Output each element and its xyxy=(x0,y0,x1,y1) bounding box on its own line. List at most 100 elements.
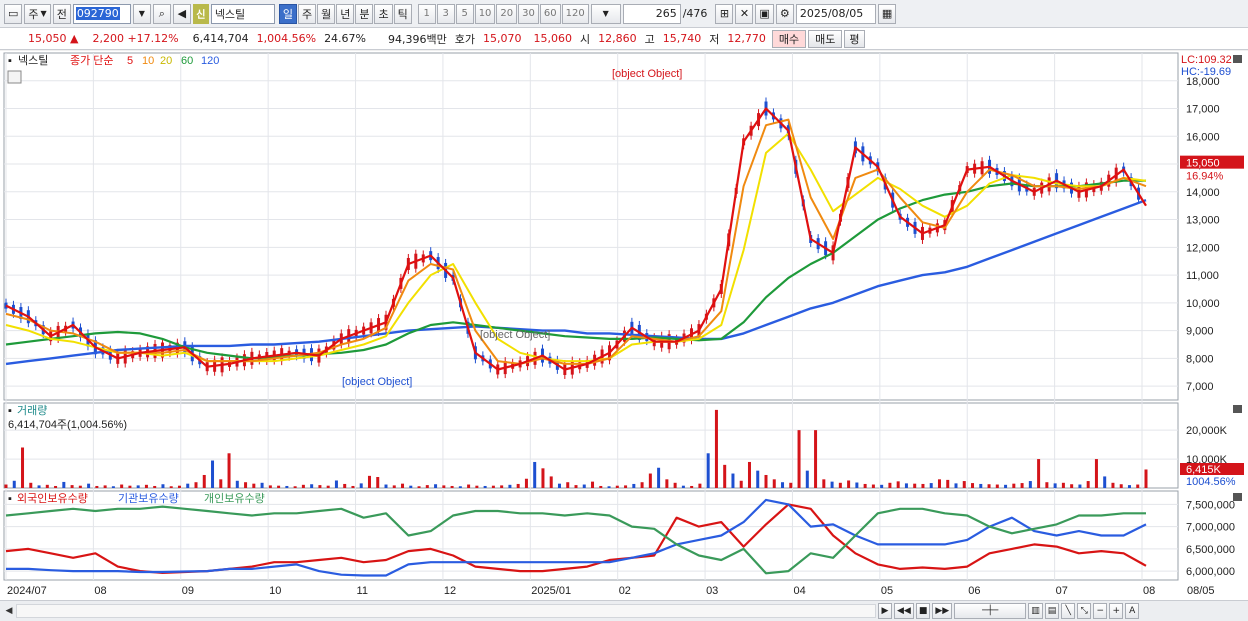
volume-bar xyxy=(211,460,215,488)
market-select[interactable]: 주 ▼ xyxy=(24,3,51,24)
volume-bar xyxy=(62,481,66,488)
zoom-slider[interactable]: ─┼─ xyxy=(954,603,1027,619)
volume-bar xyxy=(880,484,884,488)
date-input[interactable]: 2025/08/05 xyxy=(795,3,876,24)
volume-bar xyxy=(904,483,908,488)
volume-bar xyxy=(326,485,330,488)
window-menu-icon[interactable]: ▭ xyxy=(4,3,23,24)
x-axis-label: 2025/01 xyxy=(531,585,571,597)
tab-interval-3[interactable]: 3 xyxy=(436,3,455,24)
volume-bar xyxy=(285,485,289,488)
volume-bar xyxy=(648,473,652,488)
draw-line-icon[interactable]: ╲ xyxy=(1061,603,1076,619)
high-price: 15,740 xyxy=(662,32,702,45)
count-input[interactable]: 265 xyxy=(622,3,681,24)
volume-bar xyxy=(549,476,553,488)
tab-period-0[interactable]: 일 xyxy=(278,3,297,24)
volume-bar xyxy=(723,464,727,488)
volume-bar xyxy=(359,483,363,488)
fast-forward-icon[interactable]: ▶▶ xyxy=(932,603,953,619)
volume-bar xyxy=(987,484,991,488)
tab-period-1[interactable]: 주 xyxy=(297,3,317,24)
tab-interval-5[interactable]: 5 xyxy=(455,3,474,24)
plus-icon[interactable]: + xyxy=(1109,603,1124,619)
sell-button[interactable]: 매도 xyxy=(808,29,843,48)
tab-interval-120[interactable]: 120 xyxy=(561,3,589,24)
speaker-icon[interactable]: ◀ xyxy=(172,3,191,24)
tab-period-3[interactable]: 년 xyxy=(336,3,355,24)
tab-period-4[interactable]: 분 xyxy=(355,3,374,24)
volume-bar xyxy=(21,447,25,488)
volume-bar xyxy=(1119,484,1123,488)
tab-interval-1[interactable]: 1 xyxy=(417,3,436,24)
code-dropdown-button[interactable]: ▼ xyxy=(132,3,151,24)
volume-bar xyxy=(1004,484,1008,488)
volume-bar xyxy=(747,461,751,488)
scroll-right-icon[interactable]: ▶ xyxy=(878,603,892,619)
volume-bar xyxy=(946,479,950,488)
volume-bar xyxy=(475,485,479,488)
open-price: 12,860 xyxy=(598,32,637,45)
volume-bar xyxy=(169,486,173,488)
volume-bar xyxy=(913,483,917,488)
x-axis-label: 08 xyxy=(94,585,106,597)
rewind-icon[interactable]: ◀◀ xyxy=(894,603,914,619)
volume-bar xyxy=(219,479,223,488)
stock-code-input[interactable]: 092790 xyxy=(72,3,131,24)
scroll-track[interactable] xyxy=(16,604,876,618)
chart-type-icon[interactable]: ▥ xyxy=(1028,603,1043,619)
tab-interval-30[interactable]: 30 xyxy=(518,3,539,24)
price-value: 15,050 xyxy=(28,32,67,45)
volume-bar xyxy=(367,475,371,488)
calendar-icon[interactable]: ▦ xyxy=(877,3,897,24)
search-icon[interactable]: ⌕ xyxy=(152,3,171,24)
bottom-bar: ◀ ▶ ◀◀ ■ ▶▶ ─┼─ ▥ ▤ ╲ ⤡ − + A xyxy=(0,600,1248,621)
volume-bar xyxy=(830,481,834,488)
draw-tool-icon[interactable]: ⤡ xyxy=(1077,603,1092,619)
volume-bar xyxy=(814,430,818,488)
chevron-down-icon: ▼ xyxy=(40,9,47,18)
stock-name-field[interactable]: 넥스틸 xyxy=(210,3,275,24)
compare-icon[interactable]: ▤ xyxy=(1044,603,1060,619)
volume-bar xyxy=(177,485,181,488)
interval-dropdown[interactable]: ▼ xyxy=(590,3,621,24)
volume-bar xyxy=(376,477,380,488)
volume-bar xyxy=(235,480,239,488)
tab-interval-20[interactable]: 20 xyxy=(496,3,518,24)
volume-bar xyxy=(665,479,669,488)
volume-bar xyxy=(186,483,190,488)
eval-button[interactable]: 평 xyxy=(844,29,865,48)
grid-icon[interactable]: ⊞ xyxy=(715,3,734,24)
tab-interval-60[interactable]: 60 xyxy=(539,3,561,24)
stock-chart[interactable]: 2024/07 08 09 10 11 12 2025/01 02 03 04 05 06 07 08 08… xyxy=(0,51,1248,600)
volume-bar xyxy=(136,485,140,488)
buy-button[interactable]: 매수 xyxy=(771,29,807,48)
volume-bar xyxy=(822,479,826,488)
panel-icon: ▪ xyxy=(8,55,12,67)
stop-icon[interactable]: ■ xyxy=(915,603,931,619)
volume-bar xyxy=(500,485,504,488)
tab-period-5[interactable]: 초 xyxy=(374,3,393,24)
volume-bar xyxy=(1028,481,1032,488)
crosshair-icon[interactable]: ✕ xyxy=(735,3,754,24)
volume-bar xyxy=(681,485,685,488)
scroll-left-icon[interactable]: ◀ xyxy=(2,604,16,618)
low-annotation: [object Object] xyxy=(342,376,412,388)
calculator-icon xyxy=(7,70,22,84)
volume-bar xyxy=(202,474,206,488)
save-icon[interactable]: ▣ xyxy=(755,3,774,24)
volume-bar xyxy=(161,484,165,488)
text-tool-icon[interactable]: A xyxy=(1125,603,1140,619)
trade-amount: 94,396백만 xyxy=(388,32,447,46)
gear-icon[interactable]: ⚙ xyxy=(775,3,794,24)
chart-tools: ▶ ◀◀ ■ ▶▶ ─┼─ ▥ ▤ ╲ ⤡ − + A xyxy=(878,603,1140,619)
volume-subtitle: 6,414,704주(1,004.56%) xyxy=(8,419,127,431)
period-button[interactable]: 전 xyxy=(52,3,71,24)
minus-icon[interactable]: − xyxy=(1093,603,1108,619)
volume-bar xyxy=(508,484,512,488)
x-axis-label: 10 xyxy=(269,585,281,597)
tab-period-6[interactable]: 틱 xyxy=(393,3,412,24)
tab-period-2[interactable]: 월 xyxy=(317,3,336,24)
tab-interval-10[interactable]: 10 xyxy=(474,3,496,24)
volume-bar xyxy=(467,484,471,488)
